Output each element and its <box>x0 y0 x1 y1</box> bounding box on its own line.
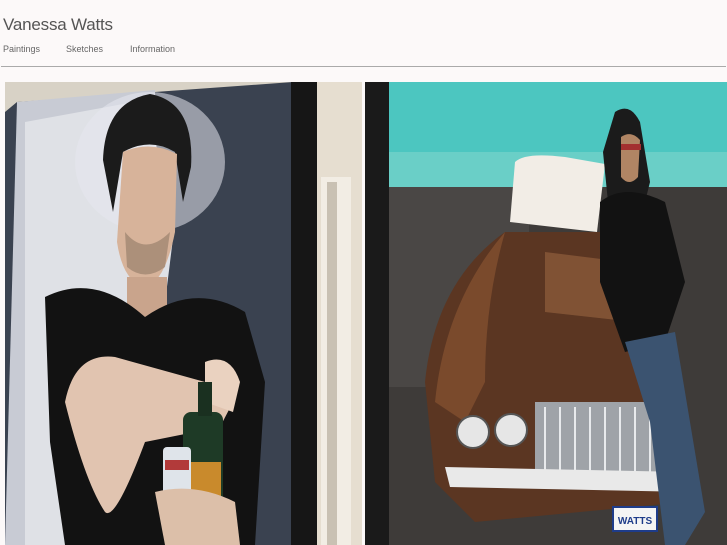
license-plate-text: WATTS <box>618 516 653 527</box>
painting-gallery: WATTS <box>0 82 727 545</box>
painting-bottle-artwork <box>5 82 362 545</box>
site-title[interactable]: Vanessa Watts <box>3 15 113 35</box>
nav-item-information[interactable]: Information <box>130 44 175 54</box>
nav-item-sketches[interactable]: Sketches <box>66 44 103 54</box>
header-divider <box>1 66 726 67</box>
painting-image-bottle[interactable] <box>5 82 362 545</box>
painting-car-artwork: WATTS <box>365 82 727 545</box>
painting-image-car[interactable]: WATTS <box>365 82 727 545</box>
nav-item-paintings[interactable]: Paintings <box>3 44 40 54</box>
